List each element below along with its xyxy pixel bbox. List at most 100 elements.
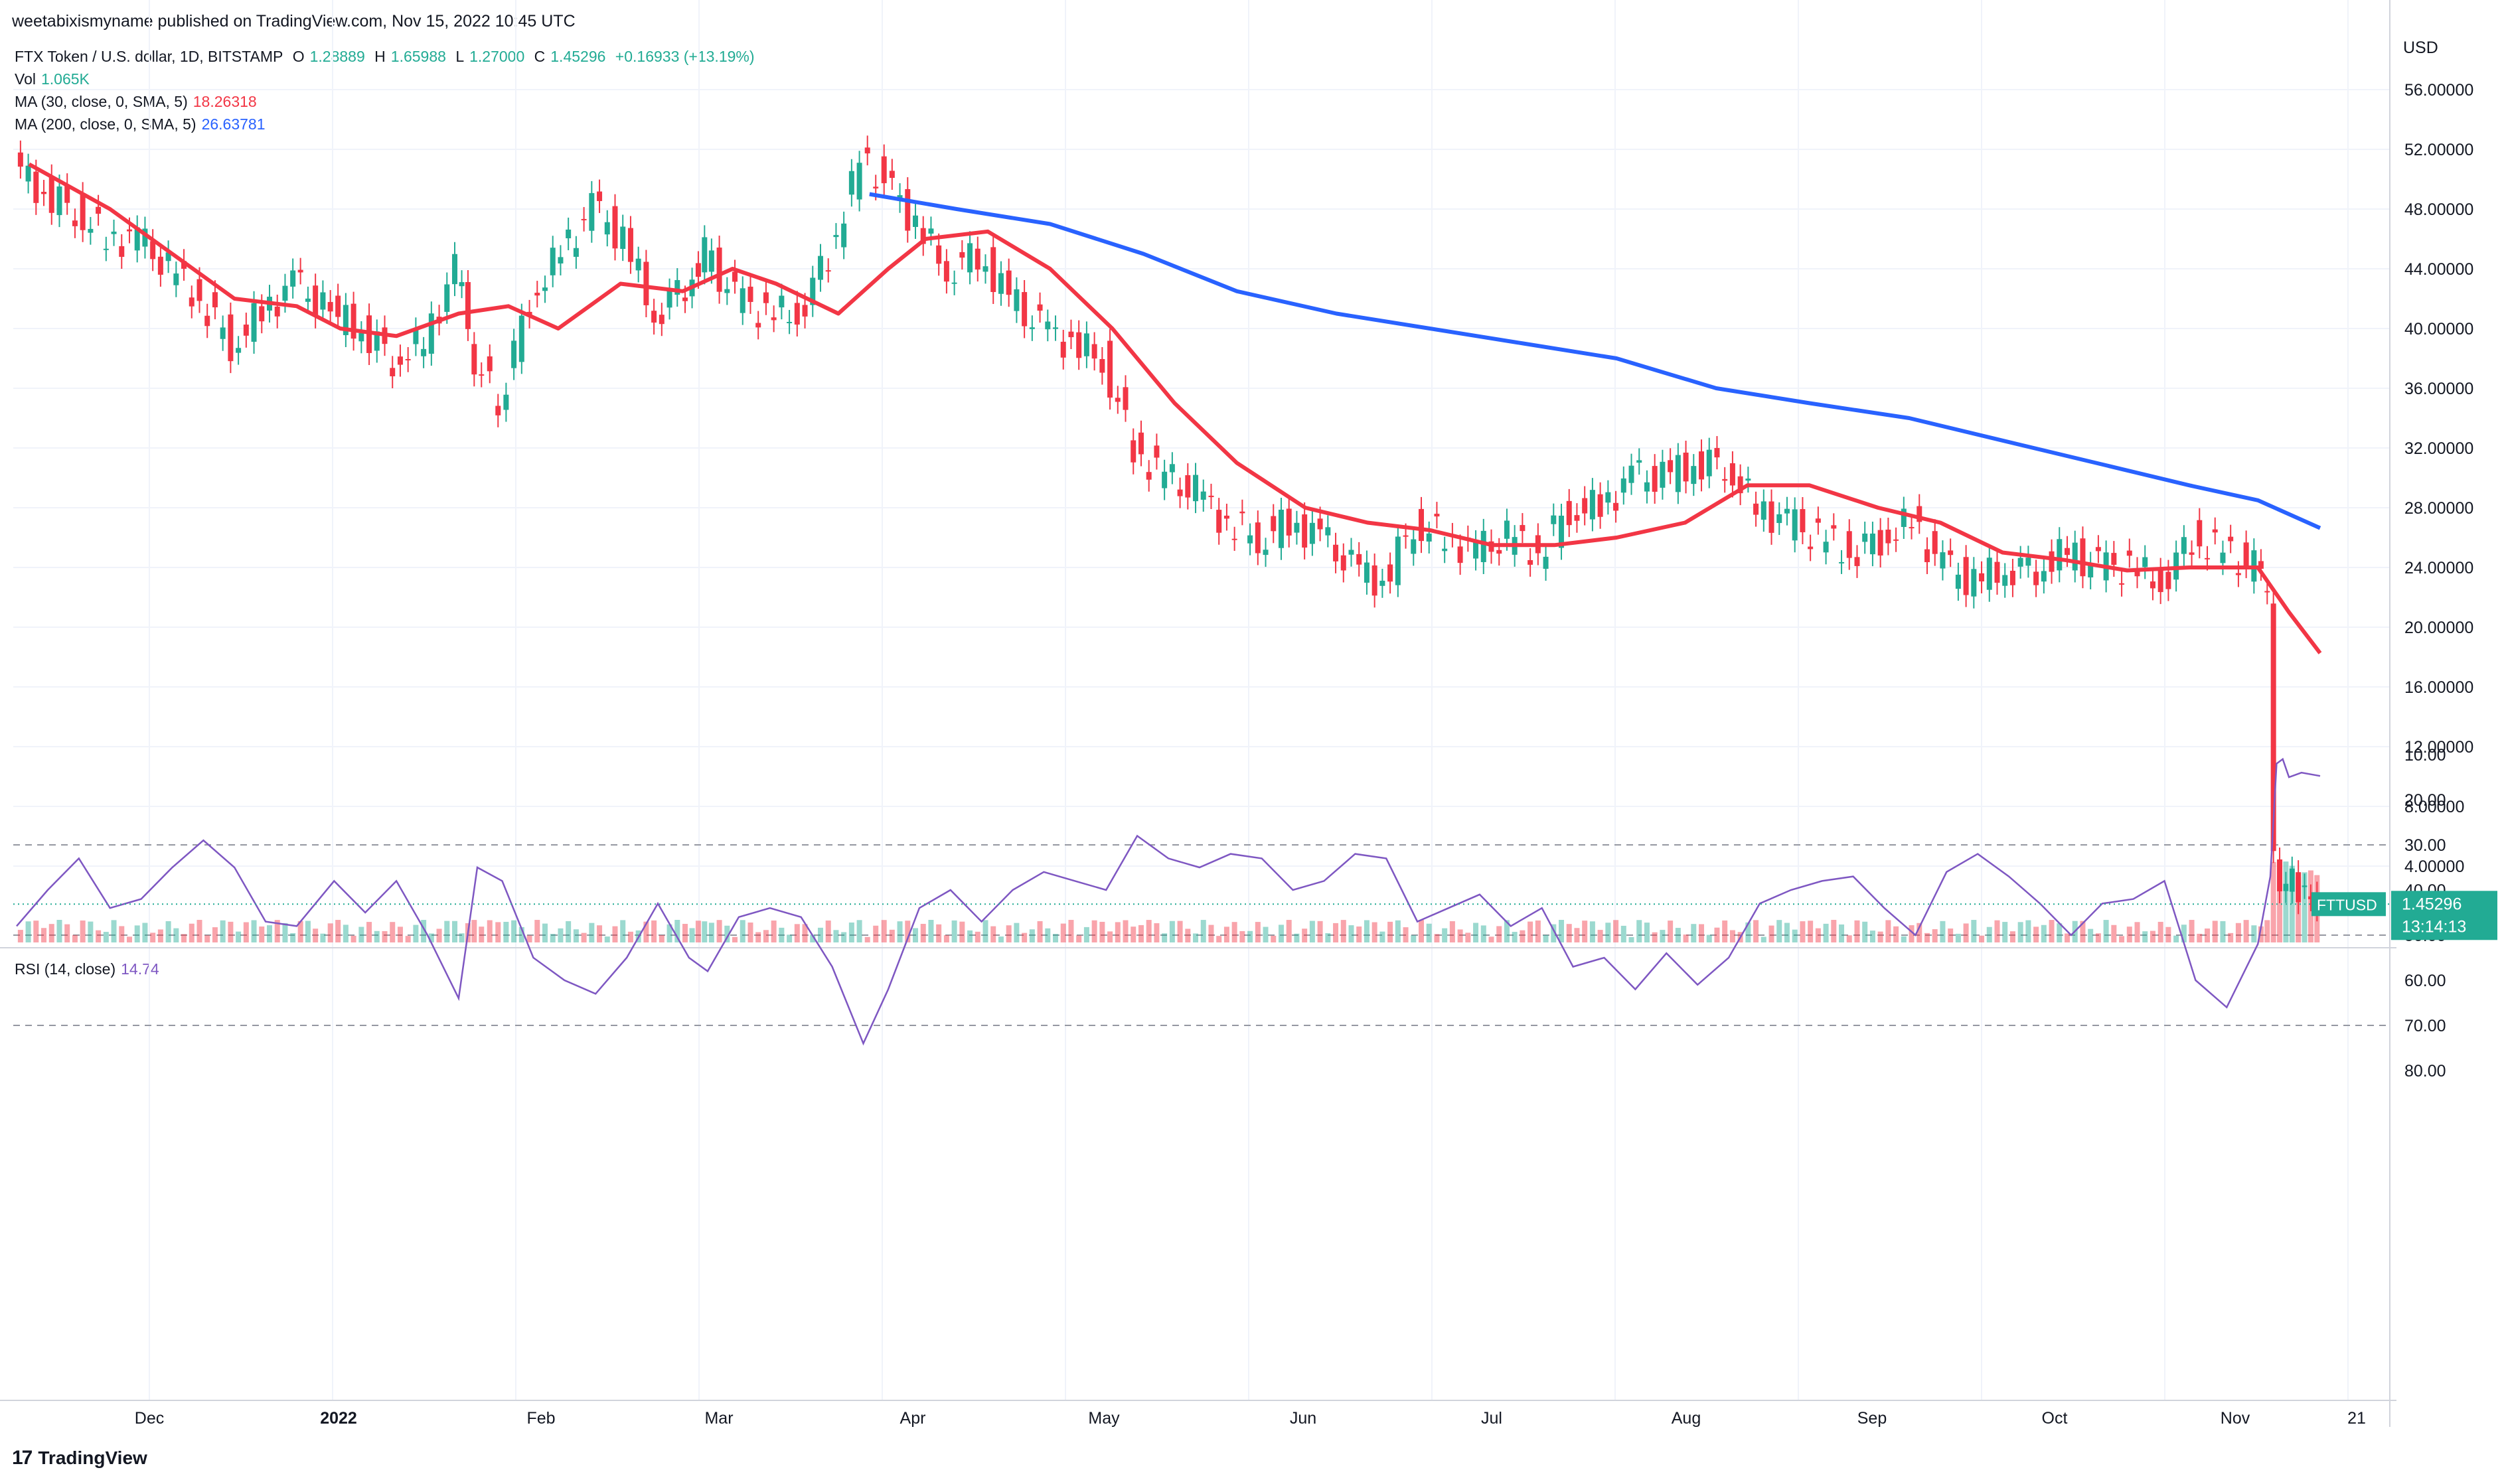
- candle-body: [189, 297, 195, 307]
- candle-body: [1387, 564, 1393, 582]
- candle-body: [534, 293, 540, 296]
- volume-bar: [1060, 923, 1066, 942]
- candle-body: [1722, 479, 1728, 481]
- volume-bar: [566, 921, 572, 942]
- volume-bar: [1683, 934, 1689, 942]
- volume-bar: [779, 927, 785, 942]
- candle-body: [1994, 561, 2000, 583]
- candle-body: [33, 171, 39, 203]
- rsi-tick-label: 60.00: [2404, 972, 2446, 990]
- symbol-tag: FTTUSD: [2317, 896, 2377, 913]
- candle-body: [1574, 515, 1580, 521]
- rsi-tick-label: 70.00: [2404, 1017, 2446, 1035]
- volume-bar: [1091, 920, 1097, 942]
- volume-bar: [1473, 923, 1479, 942]
- volume-bar: [2173, 935, 2179, 942]
- candle-body: [724, 289, 730, 293]
- candle-body: [1924, 549, 1930, 563]
- candle-body: [126, 229, 132, 232]
- volume-bar: [2150, 930, 2155, 942]
- candle-body: [1551, 515, 1557, 524]
- candle-body: [817, 256, 823, 280]
- volume-bar: [196, 920, 202, 942]
- candle-body: [251, 303, 257, 342]
- candle-body: [779, 295, 785, 308]
- volume-bar: [864, 936, 870, 942]
- volume-bar: [1729, 930, 1735, 942]
- volume-bar: [103, 932, 109, 942]
- volume-bar: [2212, 921, 2218, 942]
- candle-body: [1605, 492, 1611, 503]
- candle-body: [1231, 538, 1237, 540]
- candle-body: [1862, 533, 1868, 542]
- candle-body: [259, 306, 265, 322]
- volume-bar: [511, 920, 517, 942]
- candle-body: [643, 261, 649, 305]
- tradingview-logo[interactable]: 17 TradingView: [12, 1447, 147, 1469]
- candle-body: [1239, 511, 1245, 514]
- volume-bar: [1488, 936, 1494, 942]
- candle-body: [452, 254, 458, 285]
- volume-bar: [913, 928, 919, 942]
- price-tick-label: 52.00000: [2404, 141, 2473, 159]
- volume-bar: [1831, 920, 1837, 942]
- candle-body: [2095, 547, 2101, 552]
- volume-bar: [1068, 920, 1074, 942]
- volume-bar: [1403, 927, 1409, 942]
- candle-body: [1208, 495, 1214, 498]
- volume-bar: [558, 928, 564, 942]
- price-tick-label: 20.00000: [2404, 619, 2473, 637]
- last-price-label: 1.45296: [2402, 895, 2462, 913]
- volume-bar: [1099, 921, 1105, 942]
- candle-body: [604, 222, 610, 235]
- candle-body: [1371, 565, 1377, 596]
- volume-bar: [189, 923, 195, 942]
- volume-bar: [33, 921, 39, 942]
- candle-body: [2111, 553, 2117, 565]
- volume-bar: [1714, 927, 1720, 942]
- rsi-tick-label: 10.00: [2404, 746, 2446, 765]
- volume-bar: [982, 920, 988, 942]
- candle-body: [1029, 327, 1035, 329]
- volume-bar: [2283, 861, 2289, 942]
- volume-bar: [1271, 935, 1277, 942]
- candle-body: [2243, 542, 2249, 567]
- candle-body: [405, 358, 411, 360]
- volume-bar: [1776, 920, 1782, 942]
- candle-body: [1582, 498, 1588, 514]
- candle-body: [1348, 550, 1354, 555]
- volume-bar: [612, 926, 618, 942]
- candle-body: [1877, 530, 1883, 556]
- volume-bar: [1839, 924, 1845, 942]
- candle-body: [558, 257, 564, 263]
- volume-bar: [1582, 921, 1588, 942]
- volume-bar: [1131, 927, 1136, 942]
- candle-body: [1154, 445, 1160, 458]
- volume-bar: [1652, 932, 1658, 942]
- volume-bar: [150, 932, 156, 942]
- candle-body: [204, 315, 210, 327]
- volume-bar: [1193, 933, 1199, 942]
- volume-bar: [1543, 934, 1549, 942]
- volume-bar: [1994, 920, 2000, 942]
- candle-body: [1395, 536, 1401, 585]
- candle-body: [2235, 573, 2241, 575]
- candle-body: [48, 176, 54, 213]
- volume-bar: [1029, 929, 1035, 942]
- candle-body: [1893, 539, 1899, 541]
- volume-bar: [1597, 930, 1603, 942]
- candle-body: [1278, 509, 1284, 548]
- candle-body: [1107, 340, 1113, 398]
- volume-bar: [2126, 927, 2132, 942]
- candle-body: [428, 313, 434, 354]
- volume-bar: [1200, 920, 1206, 942]
- candle-body: [80, 194, 86, 230]
- volume-bar: [740, 920, 745, 942]
- candle-body: [444, 284, 450, 312]
- price-chart[interactable]: USD 56.00000 52.00000 48.00000 44.00000 40.00…: [0, 0, 2504, 1484]
- volume-bar: [1022, 932, 1028, 942]
- volume-bar: [732, 936, 738, 942]
- candle-body: [1644, 482, 1650, 492]
- volume-bar: [495, 922, 501, 942]
- candle-body: [236, 348, 242, 353]
